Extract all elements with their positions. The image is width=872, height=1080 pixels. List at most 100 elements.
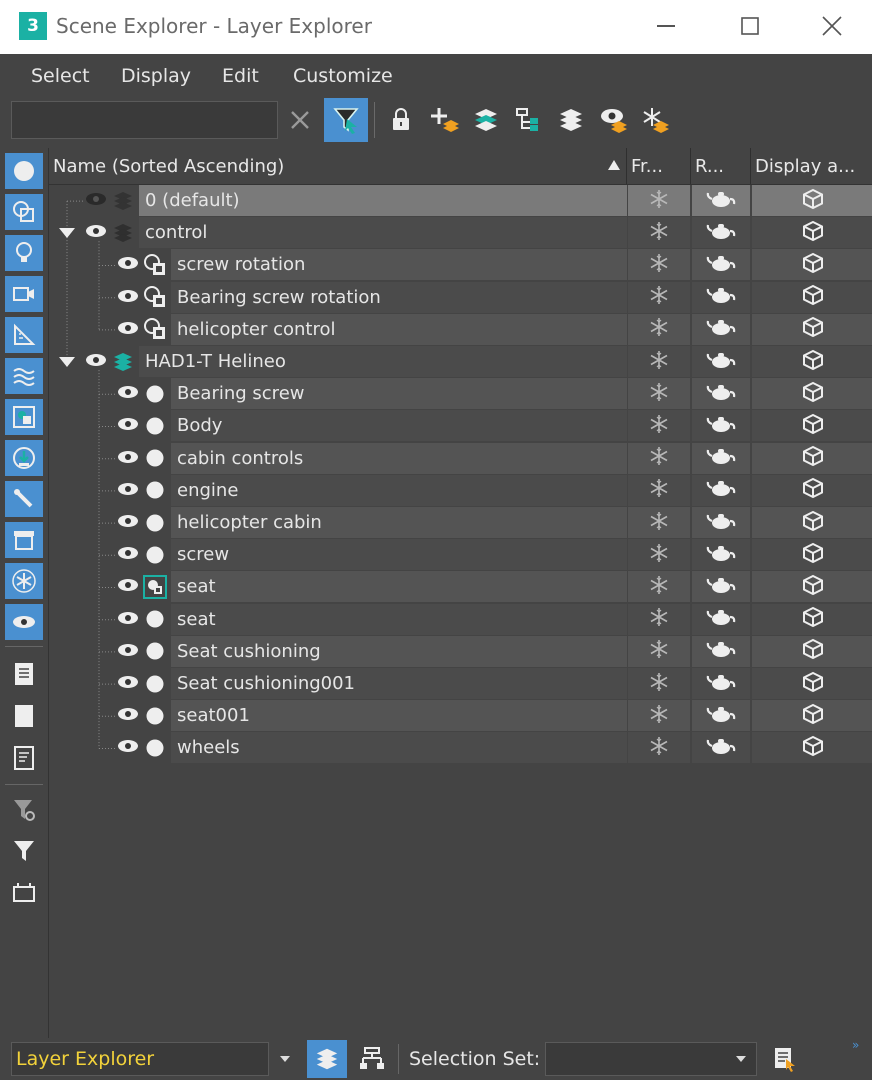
freeze-toggle[interactable]	[628, 378, 690, 409]
column-freeze[interactable]: Fr...	[627, 148, 691, 184]
display-as-box-toggle[interactable]	[752, 636, 872, 667]
filter-geometry-button[interactable]	[5, 153, 43, 189]
layers-button[interactable]	[466, 100, 506, 140]
tree-row[interactable]: HAD1-T Helineo	[49, 346, 872, 377]
tree-row[interactable]: Bearing screw	[49, 378, 872, 410]
visibility-toggle[interactable]	[83, 346, 109, 377]
display-as-box-toggle[interactable]	[752, 507, 872, 538]
freeze-toggle[interactable]	[628, 732, 690, 763]
menu-edit[interactable]: Edit	[222, 65, 259, 87]
select-filter-button[interactable]	[324, 98, 368, 142]
renderable-toggle[interactable]	[692, 475, 750, 506]
advanced-filter-button[interactable]	[5, 792, 43, 828]
tree-row[interactable]: seat	[49, 603, 872, 635]
freeze-toggle[interactable]	[628, 475, 690, 506]
maximize-button[interactable]	[720, 6, 780, 46]
display-as-box-toggle[interactable]	[752, 443, 872, 474]
visibility-toggle[interactable]	[115, 410, 141, 441]
container-filter-button[interactable]	[5, 874, 43, 910]
tree-row[interactable]: control	[49, 217, 872, 249]
visibility-toggle[interactable]	[115, 636, 141, 667]
column-display[interactable]: Display a...	[751, 148, 872, 184]
column-render[interactable]: R...	[691, 148, 751, 184]
lock-button[interactable]	[381, 100, 421, 140]
tree-row[interactable]: Seat cushioning	[49, 635, 872, 667]
visibility-toggle[interactable]	[115, 475, 141, 506]
visibility-toggle[interactable]	[115, 732, 141, 763]
tree-row[interactable]: seat	[49, 571, 872, 603]
freeze-toggle[interactable]	[628, 668, 690, 699]
renderable-toggle[interactable]	[692, 185, 750, 216]
renderable-toggle[interactable]	[692, 410, 750, 441]
new-layer-button[interactable]	[424, 100, 464, 140]
invert-display-button[interactable]	[5, 740, 43, 776]
visibility-toggle[interactable]	[115, 378, 141, 409]
tree-row[interactable]: Seat cushioning001	[49, 668, 872, 699]
tree-row[interactable]: cabin controls	[49, 442, 872, 474]
freeze-toggle[interactable]	[628, 443, 690, 474]
display-as-box-toggle[interactable]	[752, 346, 872, 377]
display-as-box-toggle[interactable]	[752, 410, 872, 441]
explorer-mode-select[interactable]: Layer Explorer	[11, 1042, 269, 1076]
display-as-box-toggle[interactable]	[752, 668, 872, 699]
hierarchy-button[interactable]	[508, 100, 548, 140]
freeze-toggle[interactable]	[628, 282, 690, 313]
filter-shapes-button[interactable]	[5, 194, 43, 230]
renderable-toggle[interactable]	[692, 314, 750, 345]
tree-row[interactable]: wheels	[49, 732, 872, 764]
renderable-toggle[interactable]	[692, 282, 750, 313]
visibility-toggle[interactable]	[83, 217, 109, 248]
renderable-toggle[interactable]	[692, 507, 750, 538]
tree-row[interactable]: screw	[49, 539, 872, 571]
tree-row[interactable]: helicopter control	[49, 313, 872, 345]
selection-set-dropdown[interactable]	[545, 1042, 757, 1076]
filter-groups-button[interactable]	[5, 399, 43, 435]
tree-row[interactable]: seat001	[49, 700, 872, 732]
freeze-toggle[interactable]	[628, 636, 690, 667]
visibility-toggle[interactable]	[115, 700, 141, 731]
tree-row[interactable]: engine	[49, 474, 872, 506]
overflow-indicator[interactable]: »	[852, 1038, 859, 1052]
visibility-toggle[interactable]	[115, 668, 141, 699]
renderable-toggle[interactable]	[692, 636, 750, 667]
freeze-toggle[interactable]	[628, 346, 690, 377]
renderable-toggle[interactable]	[692, 249, 750, 280]
display-as-box-toggle[interactable]	[752, 378, 872, 409]
filter-hidden-button[interactable]	[5, 604, 43, 640]
display-as-box-toggle[interactable]	[752, 185, 872, 216]
menu-select[interactable]: Select	[31, 65, 90, 87]
display-as-box-toggle[interactable]	[752, 604, 872, 635]
tree-row[interactable]: helicopter cabin	[49, 507, 872, 538]
freeze-toggle[interactable]	[628, 410, 690, 441]
display-all-button[interactable]	[5, 656, 43, 692]
display-as-box-toggle[interactable]	[752, 249, 872, 280]
sort-by-layer-button[interactable]	[307, 1040, 347, 1078]
sort-by-hierarchy-button[interactable]	[352, 1040, 392, 1078]
tree-row[interactable]: 0 (default)	[49, 185, 872, 216]
tree-row[interactable]: screw rotation	[49, 249, 872, 281]
layer-stack-button[interactable]	[551, 100, 591, 140]
filter-frozen-button[interactable]	[5, 563, 43, 599]
menu-customize[interactable]: Customize	[293, 65, 393, 87]
display-as-box-toggle[interactable]	[752, 732, 872, 763]
renderable-toggle[interactable]	[692, 604, 750, 635]
visibility-toggle[interactable]	[115, 443, 141, 474]
clear-search-button[interactable]	[280, 100, 320, 140]
freeze-layer-button[interactable]	[636, 100, 676, 140]
freeze-toggle[interactable]	[628, 571, 690, 602]
display-as-box-toggle[interactable]	[752, 314, 872, 345]
freeze-toggle[interactable]	[628, 185, 690, 216]
renderable-toggle[interactable]	[692, 571, 750, 602]
freeze-toggle[interactable]	[628, 249, 690, 280]
search-input[interactable]	[11, 101, 278, 139]
filter-lights-button[interactable]	[5, 235, 43, 271]
display-as-box-toggle[interactable]	[752, 475, 872, 506]
filter-containers-button[interactable]	[5, 522, 43, 558]
freeze-toggle[interactable]	[628, 217, 690, 248]
visibility-toggle[interactable]	[115, 314, 141, 345]
renderable-toggle[interactable]	[692, 378, 750, 409]
renderable-toggle[interactable]	[692, 539, 750, 570]
visibility-toggle[interactable]	[115, 507, 141, 538]
renderable-toggle[interactable]	[692, 217, 750, 248]
filter-xrefs-button[interactable]	[5, 440, 43, 476]
